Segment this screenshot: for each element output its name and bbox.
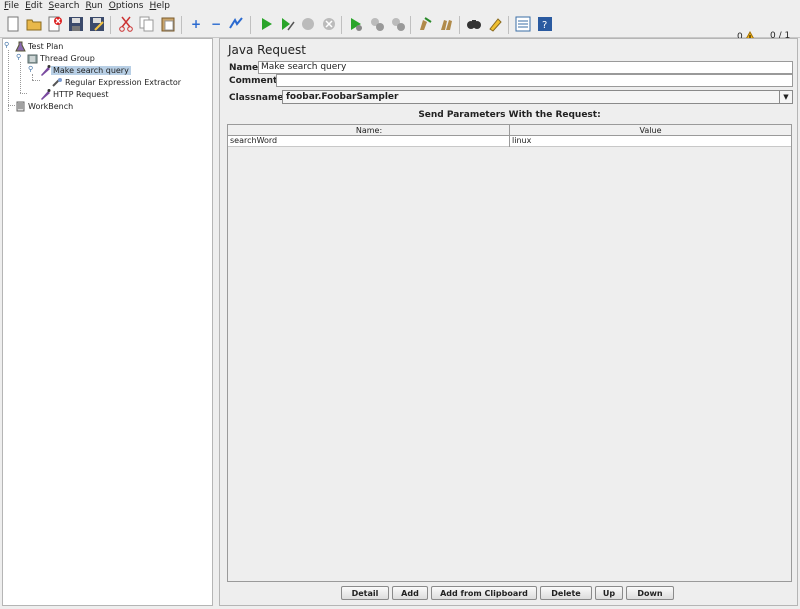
tree-item-make-search-query[interactable]: Make search query	[39, 64, 131, 76]
delete-button[interactable]: Delete	[540, 586, 592, 600]
detail-button[interactable]: Detail	[341, 586, 389, 600]
collapse-icon[interactable]: −	[206, 14, 226, 34]
function-helper-icon[interactable]	[513, 14, 533, 34]
open-icon[interactable]	[24, 14, 44, 34]
clear-all-icon[interactable]	[437, 14, 457, 34]
tree-item-test-plan[interactable]: Test Plan	[15, 40, 65, 52]
gear-spool-icon	[27, 54, 38, 63]
expand-icon[interactable]: +	[186, 14, 206, 34]
start-no-pauses-icon[interactable]	[277, 14, 297, 34]
paste-icon[interactable]	[158, 14, 178, 34]
remote-stop-icon[interactable]	[367, 14, 387, 34]
tree-item-thread-group[interactable]: Thread Group	[27, 52, 97, 64]
menu-run[interactable]: Run	[81, 0, 104, 12]
name-label: Name:	[229, 63, 262, 73]
new-icon[interactable]	[3, 14, 23, 34]
save-icon[interactable]	[66, 14, 86, 34]
down-button[interactable]: Down	[626, 586, 674, 600]
add-from-clipboard-button[interactable]: Add from Clipboard	[431, 586, 537, 600]
stop-icon[interactable]	[298, 14, 318, 34]
classname-select[interactable]: foobar.FoobarSampler ▼	[282, 90, 793, 104]
remote-start-icon[interactable]	[346, 14, 366, 34]
menu-options[interactable]: Options	[105, 0, 146, 12]
comments-field[interactable]	[276, 74, 793, 87]
classname-value: foobar.FoobarSampler	[286, 92, 399, 102]
remote-shutdown-icon[interactable]	[388, 14, 408, 34]
column-header-name[interactable]: Name:	[228, 125, 510, 136]
name-field[interactable]: Make search query	[258, 61, 793, 74]
copy-icon[interactable]	[137, 14, 157, 34]
up-button[interactable]: Up	[595, 586, 623, 600]
expand-test-plan-icon[interactable]: ⚲	[4, 41, 9, 49]
menu-bar: File Edit Search Run Options Help	[0, 0, 800, 12]
expand-thread-group-icon[interactable]: ⚲	[16, 53, 21, 61]
column-divider[interactable]	[509, 125, 510, 147]
params-title: Send Parameters With the Request:	[418, 110, 601, 120]
menu-edit[interactable]: Edit	[21, 0, 44, 12]
workbench-icon	[16, 101, 25, 111]
table-cell-name[interactable]: searchWord	[228, 136, 510, 147]
test-plan-tree: ⚲ Test Plan ⚲ Thread Group ⚲ Make search…	[2, 38, 213, 606]
help-icon[interactable]: ?	[535, 14, 555, 34]
pipette-icon	[41, 65, 51, 76]
start-icon[interactable]	[256, 14, 276, 34]
add-button[interactable]: Add	[392, 586, 428, 600]
svg-text:?: ?	[542, 20, 547, 31]
java-request-panel: Java Request Name: Make search query Com…	[219, 38, 798, 606]
save-as-icon[interactable]	[87, 14, 107, 34]
table-cell-value[interactable]: linux	[510, 136, 791, 147]
chevron-down-icon[interactable]: ▼	[779, 91, 792, 103]
tree-item-regex-extractor[interactable]: Regular Expression Extractor	[51, 76, 183, 88]
flask-icon	[15, 41, 26, 51]
tree-item-workbench[interactable]: WorkBench	[15, 100, 75, 112]
page-title: Java Request	[228, 43, 306, 57]
column-header-value[interactable]: Value	[510, 125, 791, 136]
extractor-icon	[52, 78, 62, 87]
cut-icon[interactable]	[116, 14, 136, 34]
params-table: Name: Value searchWord linux	[227, 124, 792, 582]
expand-make-search-icon[interactable]: ⚲	[28, 65, 33, 73]
pipette-icon	[41, 89, 51, 100]
clear-icon[interactable]	[415, 14, 435, 34]
menu-help[interactable]: Help	[145, 0, 172, 12]
toolbar: + − ? 0 0 / 1	[0, 12, 800, 49]
tree-item-http-request[interactable]: HTTP Request	[39, 88, 111, 100]
search-icon[interactable]	[464, 14, 484, 34]
menu-file[interactable]: File	[0, 0, 21, 12]
reset-search-icon[interactable]	[485, 14, 505, 34]
close-icon[interactable]	[45, 14, 65, 34]
toggle-icon[interactable]	[226, 14, 246, 34]
shutdown-icon[interactable]	[319, 14, 339, 34]
menu-search[interactable]: Search	[45, 0, 82, 12]
classname-label: Classname:	[229, 93, 288, 103]
